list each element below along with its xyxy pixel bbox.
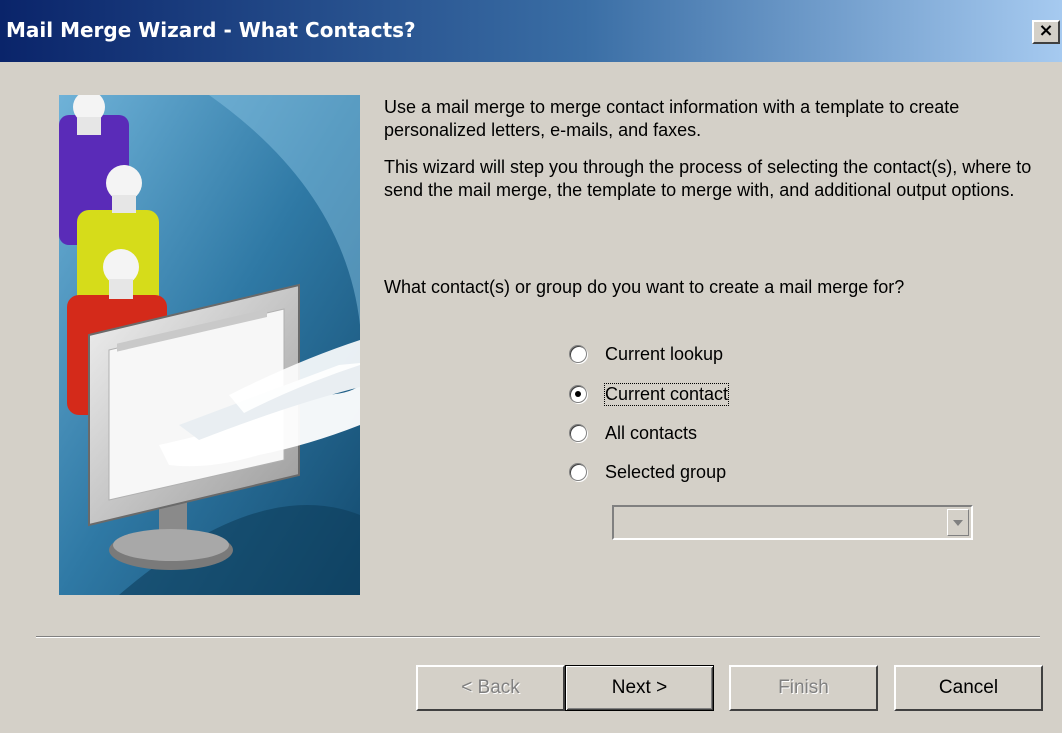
group-select[interactable] (612, 505, 973, 540)
option-label: All contacts (605, 422, 698, 443)
cancel-button[interactable]: Cancel (894, 665, 1043, 711)
close-icon[interactable]: × (1032, 20, 1060, 44)
radio-all-contacts[interactable] (569, 424, 587, 442)
chevron-down-icon[interactable] (947, 509, 969, 536)
separator (36, 636, 1040, 638)
next-button[interactable]: Next > (565, 665, 714, 711)
option-label: Selected group (605, 461, 727, 482)
radio-current-lookup[interactable] (569, 345, 587, 363)
wizard-illustration (59, 95, 360, 595)
option-current-lookup[interactable]: Current lookup (569, 341, 723, 367)
intro-paragraph-2: This wizard will step you through the pr… (384, 157, 1032, 200)
intro-paragraph-1: Use a mail merge to merge contact inform… (384, 97, 960, 140)
option-label: Current contact (603, 382, 730, 406)
mail-merge-illustration-icon (59, 95, 360, 595)
window-title: Mail Merge Wizard - What Contacts? (6, 18, 416, 42)
option-all-contacts[interactable]: All contacts (569, 420, 697, 446)
radio-current-contact[interactable] (569, 385, 587, 403)
option-selected-group[interactable]: Selected group (569, 459, 726, 485)
contact-question: What contact(s) or group do you want to … (384, 277, 905, 297)
finish-button[interactable]: Finish (729, 665, 878, 711)
back-button[interactable]: < Back (416, 665, 565, 711)
intro-text: Use a mail merge to merge contact inform… (384, 96, 1044, 216)
option-label: Current lookup (605, 343, 724, 364)
title-bar: Mail Merge Wizard - What Contacts? × (0, 0, 1062, 62)
radio-selected-group[interactable] (569, 463, 587, 481)
option-current-contact[interactable]: Current contact (569, 381, 730, 407)
